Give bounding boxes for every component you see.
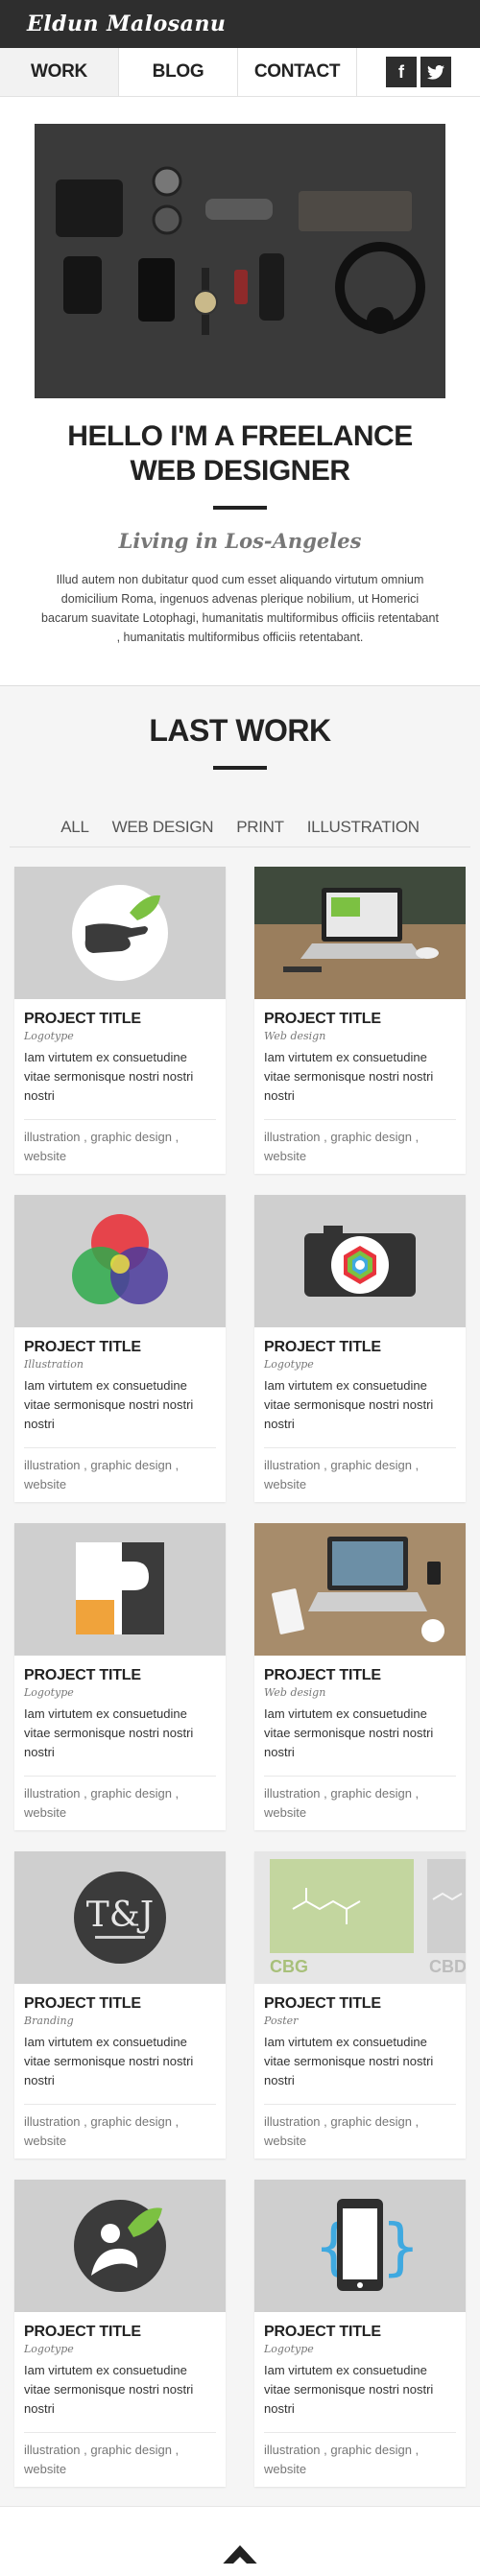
up-arrow-icon[interactable]: [211, 2534, 269, 2564]
svg-text:}: }: [381, 2212, 420, 2283]
project-title[interactable]: PROJECT TITLE: [24, 2324, 216, 2341]
project-description: Iam virtutem ex consuetudine vitae sermo…: [264, 1706, 434, 1759]
project-category: Poster: [264, 2015, 299, 2027]
project-category: Web design: [264, 1030, 326, 1042]
project-tags: illustration , graphic design , website: [24, 1786, 180, 1820]
project-card[interactable]: PROJECT TITLE Logotype Iam virtutem ex c…: [254, 1195, 466, 1502]
filter-print[interactable]: PRINT: [236, 818, 284, 837]
project-description: Iam virtutem ex consuetudine vitae sermo…: [24, 1706, 194, 1759]
project-thumbnail: { }: [254, 2180, 466, 2312]
project-tags: illustration , graphic design , website: [264, 1130, 420, 1163]
footer: [0, 2506, 480, 2564]
project-description: Iam virtutem ex consuetudine vitae sermo…: [264, 1050, 434, 1103]
filter-web-design[interactable]: WEB DESIGN: [112, 818, 214, 837]
project-thumbnail: [254, 867, 466, 999]
project-tags: illustration , graphic design , website: [264, 2114, 420, 2148]
hero-divider: [213, 506, 267, 510]
poster-text: CBG: [270, 1957, 308, 1976]
hero-text: Illud autem non dubitatur quod cum esset…: [41, 573, 439, 644]
project-tags: illustration , graphic design , website: [24, 2114, 180, 2148]
last-work-section: LAST WORK ALL WEB DESIGN PRINT ILLUSTRAT…: [0, 685, 480, 2506]
project-title[interactable]: PROJECT TITLE: [264, 1995, 456, 2013]
project-thumbnail: [14, 2180, 226, 2312]
nav-item-contact[interactable]: CONTACT: [238, 48, 357, 96]
social-links: f: [357, 48, 451, 96]
filter-all[interactable]: ALL: [60, 818, 89, 837]
top-bar: Eldun Malosanu: [0, 0, 480, 48]
portfolio-filters: ALL WEB DESIGN PRINT ILLUSTRATION: [10, 818, 470, 847]
project-grid: PROJECT TITLE Logotype Iam virtutem ex c…: [0, 847, 480, 2487]
project-thumbnail: [14, 1195, 226, 1327]
svg-text:T&J: T&J: [86, 1896, 155, 1935]
site-logo[interactable]: Eldun Malosanu: [27, 12, 226, 36]
main-nav: WORK BLOG CONTACT f: [0, 48, 480, 97]
project-description: Iam virtutem ex consuetudine vitae sermo…: [264, 1378, 434, 1431]
project-card[interactable]: T&J PROJECT TITLE Branding Iam virtutem …: [14, 1851, 226, 2159]
twitter-icon[interactable]: [420, 57, 451, 87]
project-title[interactable]: PROJECT TITLE: [24, 1667, 216, 1684]
project-category: Logotype: [24, 1030, 74, 1042]
project-card[interactable]: PROJECT TITLE Web design Iam virtutem ex…: [254, 1523, 466, 1830]
project-category: Logotype: [24, 1686, 74, 1699]
project-title[interactable]: PROJECT TITLE: [24, 1995, 216, 2013]
project-card[interactable]: PROJECT TITLE Web design Iam virtutem ex…: [254, 867, 466, 1174]
project-title[interactable]: PROJECT TITLE: [264, 1011, 456, 1028]
project-title[interactable]: PROJECT TITLE: [264, 1339, 456, 1356]
project-title[interactable]: PROJECT TITLE: [264, 1667, 456, 1684]
project-tags: illustration , graphic design , website: [264, 2443, 420, 2476]
project-description: Iam virtutem ex consuetudine vitae sermo…: [264, 2035, 434, 2087]
project-description: Iam virtutem ex consuetudine vitae sermo…: [24, 2363, 194, 2416]
project-card[interactable]: PROJECT TITLE Illustration Iam virtutem …: [14, 1195, 226, 1502]
hero-title: HELLO I'M A FREELANCE WEB DESIGNER: [67, 420, 413, 487]
project-tags: illustration , graphic design , website: [24, 1130, 180, 1163]
project-thumbnail: [254, 1523, 466, 1656]
project-description: Iam virtutem ex consuetudine vitae sermo…: [264, 2363, 434, 2416]
project-thumbnail: [14, 1523, 226, 1656]
project-title[interactable]: PROJECT TITLE: [24, 1339, 216, 1356]
section-divider: [213, 766, 267, 770]
project-card[interactable]: PROJECT TITLE Logotype Iam virtutem ex c…: [14, 867, 226, 1174]
project-card[interactable]: { } PROJECT TITLE Logotype Iam virtutem …: [254, 2180, 466, 2487]
project-thumbnail: [254, 1195, 466, 1327]
project-thumbnail: CBG CBDV: [254, 1851, 466, 1984]
project-category: Branding: [24, 2015, 74, 2027]
project-description: Iam virtutem ex consuetudine vitae sermo…: [24, 2035, 194, 2087]
project-description: Iam virtutem ex consuetudine vitae sermo…: [24, 1378, 194, 1431]
nav-item-blog[interactable]: BLOG: [119, 48, 238, 96]
project-category: Logotype: [24, 2343, 74, 2355]
project-description: Iam virtutem ex consuetudine vitae sermo…: [24, 1050, 194, 1103]
filter-illustration[interactable]: ILLUSTRATION: [307, 818, 420, 837]
project-tags: illustration , graphic design , website: [264, 1458, 420, 1491]
project-tags: illustration , graphic design , website: [24, 2443, 180, 2476]
hero-subtitle: Living in Los-Angeles: [118, 529, 362, 553]
hero-section: HELLO I'M A FREELANCE WEB DESIGNER Livin…: [0, 97, 480, 685]
project-tags: illustration , graphic design , website: [24, 1458, 180, 1491]
project-title[interactable]: PROJECT TITLE: [24, 1011, 216, 1028]
facebook-icon[interactable]: f: [386, 57, 417, 87]
project-thumbnail: T&J: [14, 1851, 226, 1984]
project-card[interactable]: PROJECT TITLE Logotype Iam virtutem ex c…: [14, 2180, 226, 2487]
nav-item-work[interactable]: WORK: [0, 48, 119, 96]
hero-image: [35, 124, 445, 398]
project-category: Logotype: [264, 1358, 314, 1371]
project-title[interactable]: PROJECT TITLE: [264, 2324, 456, 2341]
project-category: Logotype: [264, 2343, 314, 2355]
project-card[interactable]: PROJECT TITLE Logotype Iam virtutem ex c…: [14, 1523, 226, 1830]
project-card[interactable]: CBG CBDV PROJECT TITLE Poster Iam virtut…: [254, 1851, 466, 2159]
poster-text-secondary: CBDV: [429, 1957, 466, 1976]
project-thumbnail: [14, 867, 226, 999]
section-title: LAST WORK: [149, 713, 331, 748]
project-category: Web design: [264, 1686, 326, 1699]
project-category: Illustration: [24, 1358, 84, 1371]
project-tags: illustration , graphic design , website: [264, 1786, 420, 1820]
